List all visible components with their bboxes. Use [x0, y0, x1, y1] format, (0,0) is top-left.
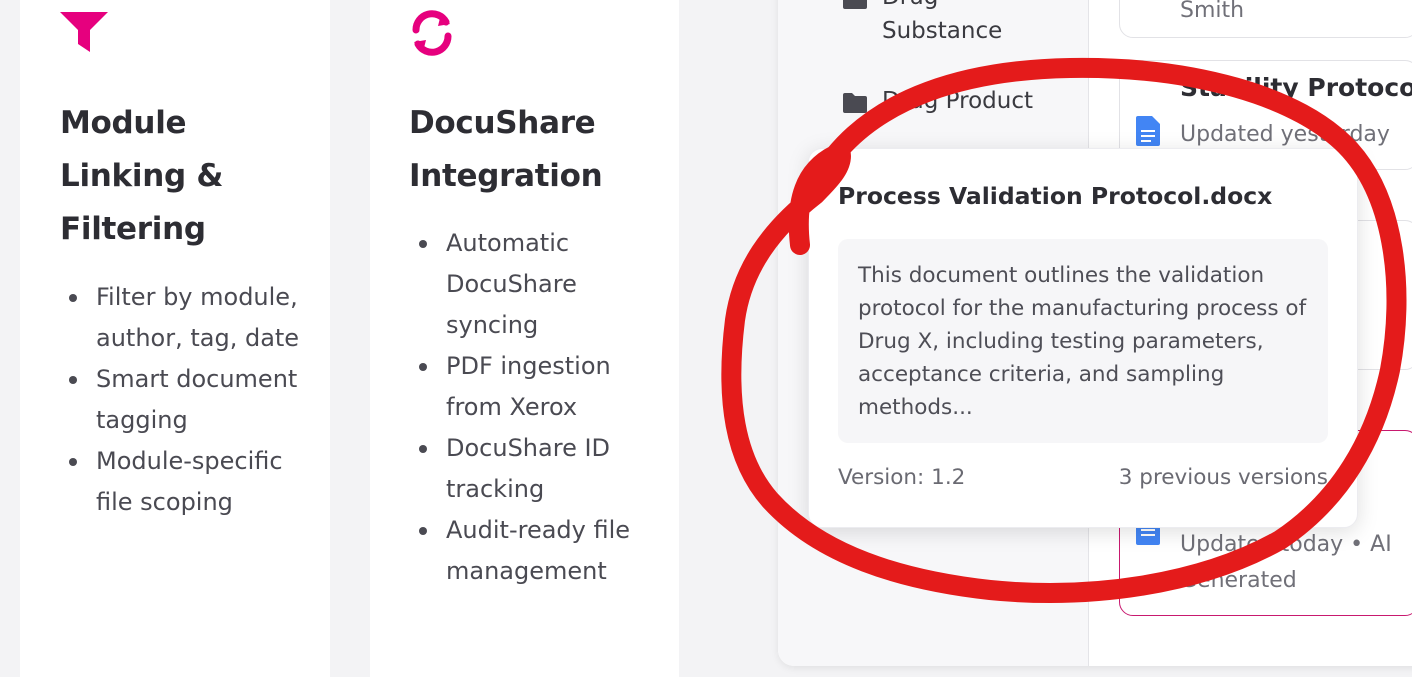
- feature-list: Filter by module, author, tag, date Smar…: [66, 277, 306, 523]
- version-label: Version: 1.2: [838, 465, 966, 490]
- folder-label: Drug Substance: [882, 0, 1003, 44]
- list-item: Audit-ready file management: [416, 510, 666, 592]
- feature-list: Automatic DocuShare syncing PDF ingestio…: [416, 223, 666, 592]
- document-preview-popup[interactable]: Process Validation Protocol.docx This do…: [808, 148, 1358, 528]
- list-item: Smart document tagging: [66, 359, 306, 441]
- document-card[interactable]: Smith: [1119, 0, 1412, 38]
- document-title: Stability Protocol: [1180, 73, 1412, 102]
- previous-versions-link[interactable]: 3 previous versions: [1119, 465, 1328, 490]
- list-item: PDF ingestion from Xerox: [416, 346, 666, 428]
- sidebar-item-drug-product[interactable]: Drug Product: [842, 84, 1033, 124]
- card-title: Module Linking & Filtering: [60, 105, 224, 247]
- document-meta: Updated today • AI Generated: [1180, 532, 1392, 593]
- list-item: Automatic DocuShare syncing: [416, 223, 666, 346]
- document-meta: Smith: [1180, 0, 1245, 23]
- card-title: DocuShare Integration: [409, 105, 603, 194]
- funnel-icon: [60, 10, 108, 56]
- feature-card-docushare: DocuShare Integration Automatic DocuShar…: [370, 0, 679, 677]
- feature-card-module-linking: Module Linking & Filtering Filter by mod…: [20, 0, 330, 677]
- sidebar-item-drug-substance[interactable]: Drug Substance: [842, 0, 1032, 48]
- list-item: Module-specific file scoping: [66, 441, 306, 523]
- document-icon: [1136, 116, 1160, 150]
- popup-description: This document outlines the validation pr…: [838, 239, 1328, 443]
- folder-label: Drug Product: [882, 88, 1033, 114]
- list-item: Filter by module, author, tag, date: [66, 277, 306, 359]
- folder-icon: [842, 90, 868, 124]
- refresh-icon: [408, 10, 456, 60]
- folder-icon: [842, 0, 868, 48]
- popup-title: Process Validation Protocol.docx: [838, 182, 1273, 210]
- list-item: DocuShare ID tracking: [416, 428, 666, 510]
